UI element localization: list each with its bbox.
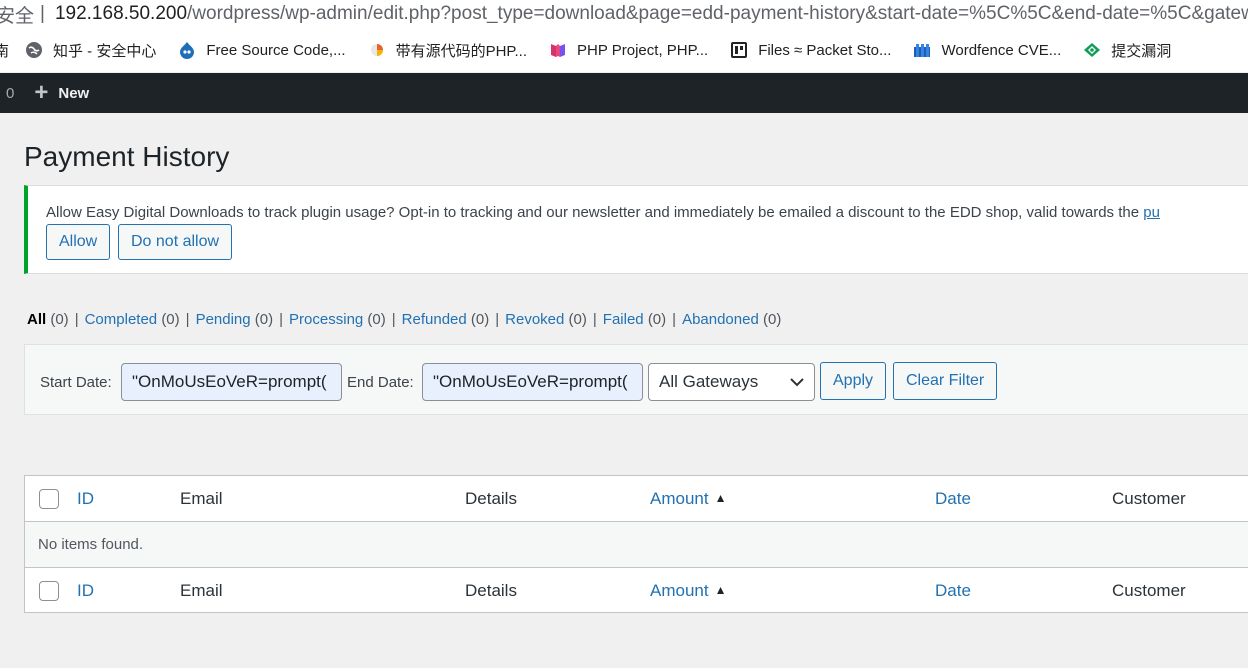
allow-button[interactable]: Allow	[46, 224, 111, 260]
status-completed-count: (0)	[161, 311, 180, 328]
column-email-footer: Email	[180, 580, 223, 600]
column-amount-footer-label: Amount	[650, 580, 709, 600]
url-separator: |	[40, 3, 45, 24]
column-email: Email	[180, 488, 223, 508]
pie-chart-icon	[368, 41, 386, 59]
gateway-select[interactable]: All Gateways	[648, 363, 815, 401]
column-details: Details	[465, 488, 517, 508]
wp-admin-bar: 0 + New	[0, 73, 1248, 113]
status-failed-count: (0)	[647, 311, 667, 328]
bookmark-label: 南	[0, 42, 10, 60]
status-abandoned-count: (0)	[762, 311, 782, 328]
column-date[interactable]: Date	[935, 489, 971, 509]
notice-link[interactable]: pu	[1143, 204, 1160, 221]
books-icon	[549, 41, 567, 59]
status-failed[interactable]: Failed	[603, 311, 644, 328]
clear-filter-button[interactable]: Clear Filter	[893, 362, 998, 400]
column-customer-footer: Customer	[1112, 580, 1186, 600]
bookmark-php-source[interactable]: 带有源代码的PHP...	[368, 40, 527, 61]
status-processing-count: (0)	[367, 311, 386, 328]
status-refunded[interactable]: Refunded	[402, 311, 467, 328]
bookmark-free-source-code[interactable]: Free Source Code,...	[178, 41, 346, 59]
bookmark-submit-vuln[interactable]: 提交漏洞	[1083, 40, 1171, 61]
chevron-down-icon	[790, 372, 804, 392]
packet-storm-icon	[730, 41, 748, 59]
status-revoked-count: (0)	[568, 311, 587, 328]
bookmark-0[interactable]: 南	[0, 40, 9, 61]
new-label: New	[58, 84, 90, 102]
wordfence-icon	[913, 41, 931, 59]
payments-table: ID Email Details Amount ▲ Date Customer N…	[24, 475, 1248, 613]
status-filter-links: All (0) | Completed (0) | Pending (0) | Proces…	[27, 311, 782, 328]
security-label: 安全	[0, 5, 35, 27]
payment-filters: Start Date: "OnMoUsEoVeR=prompt( End Dat…	[24, 344, 1248, 415]
column-amount-label: Amount	[650, 488, 709, 508]
status-abandoned[interactable]: Abandoned	[682, 311, 759, 328]
select-all-checkbox[interactable]	[39, 488, 59, 509]
status-refunded-count: (0)	[470, 311, 490, 328]
start-date-input[interactable]: "OnMoUsEoVeR=prompt(	[121, 363, 342, 401]
bookmark-label: 知乎 - 安全中心	[53, 42, 157, 60]
end-date-label: End Date:	[347, 374, 414, 391]
bookmark-zhihu[interactable]: 知乎 - 安全中心	[25, 40, 156, 61]
bookmark-wordfence[interactable]: Wordfence CVE...	[913, 41, 1061, 59]
apply-button[interactable]: Apply	[820, 362, 887, 400]
bookmark-label: PHP Project, PHP...	[577, 41, 709, 59]
column-customer: Customer	[1112, 488, 1186, 508]
status-processing[interactable]: Processing	[289, 311, 363, 328]
select-all-checkbox-footer[interactable]	[39, 580, 59, 601]
status-revoked[interactable]: Revoked	[505, 311, 564, 328]
status-all-count: (0)	[50, 311, 69, 328]
status-all[interactable]: All	[27, 311, 46, 328]
drupal-icon	[178, 41, 196, 59]
do-not-allow-button[interactable]: Do not allow	[118, 224, 233, 260]
diamond-icon	[1083, 41, 1101, 59]
url-host: 192.168.50.200	[54, 3, 188, 24]
table-footer-row: ID Email Details Amount ▲ Date Customer	[25, 567, 1248, 613]
bookmark-label: Files ≈ Packet Sto...	[758, 41, 892, 59]
sort-asc-icon: ▲	[714, 582, 727, 597]
empty-message: No items found.	[38, 536, 144, 553]
bookmark-php-project[interactable]: PHP Project, PHP...	[549, 41, 708, 59]
column-date-footer[interactable]: Date	[935, 581, 971, 601]
globe-icon	[25, 41, 43, 59]
bookmark-label: Free Source Code,...	[206, 41, 346, 59]
start-date-label: Start Date:	[40, 374, 112, 391]
status-completed[interactable]: Completed	[85, 311, 158, 328]
page-title: Payment History	[24, 141, 230, 172]
tracking-notice: Allow Easy Digital Downloads to track pl…	[24, 185, 1248, 274]
url-path: /wordpress/wp-admin/edit.php?post_type=d…	[187, 3, 1248, 24]
bookmarks-bar: 南 知乎 - 安全中心 Free Source Code,... 带有源代码的P…	[0, 28, 1248, 72]
column-id-footer[interactable]: ID	[77, 581, 94, 601]
bookmark-packet-storm[interactable]: Files ≈ Packet Sto...	[730, 41, 891, 59]
new-content-button[interactable]: + New	[34, 81, 89, 105]
status-pending-count: (0)	[254, 311, 274, 328]
gateway-selected: All Gateways	[659, 372, 759, 391]
table-empty-row: No items found.	[25, 522, 1248, 567]
column-amount-footer[interactable]: Amount ▲	[650, 581, 726, 601]
column-id[interactable]: ID	[77, 489, 94, 509]
comment-count[interactable]: 0	[6, 85, 14, 102]
bookmark-label: 带有源代码的PHP...	[395, 42, 528, 60]
end-date-input[interactable]: "OnMoUsEoVeR=prompt(	[422, 363, 643, 401]
table-header-row: ID Email Details Amount ▲ Date Customer	[25, 476, 1248, 522]
browser-url-bar[interactable]: 安全 | 192.168.50.200/wordpress/wp-admin/e…	[0, 0, 1248, 28]
sort-asc-icon: ▲	[714, 490, 727, 505]
notice-text: Allow Easy Digital Downloads to track pl…	[46, 204, 1144, 221]
column-details-footer: Details	[465, 580, 517, 600]
bookmark-label: Wordfence CVE...	[941, 41, 1062, 59]
plus-icon: +	[34, 79, 49, 106]
bookmark-label: 提交漏洞	[1111, 42, 1172, 60]
status-pending[interactable]: Pending	[196, 311, 251, 328]
notice-text-line: Allow Easy Digital Downloads to track pl…	[46, 204, 1160, 221]
column-amount[interactable]: Amount ▲	[650, 489, 726, 509]
